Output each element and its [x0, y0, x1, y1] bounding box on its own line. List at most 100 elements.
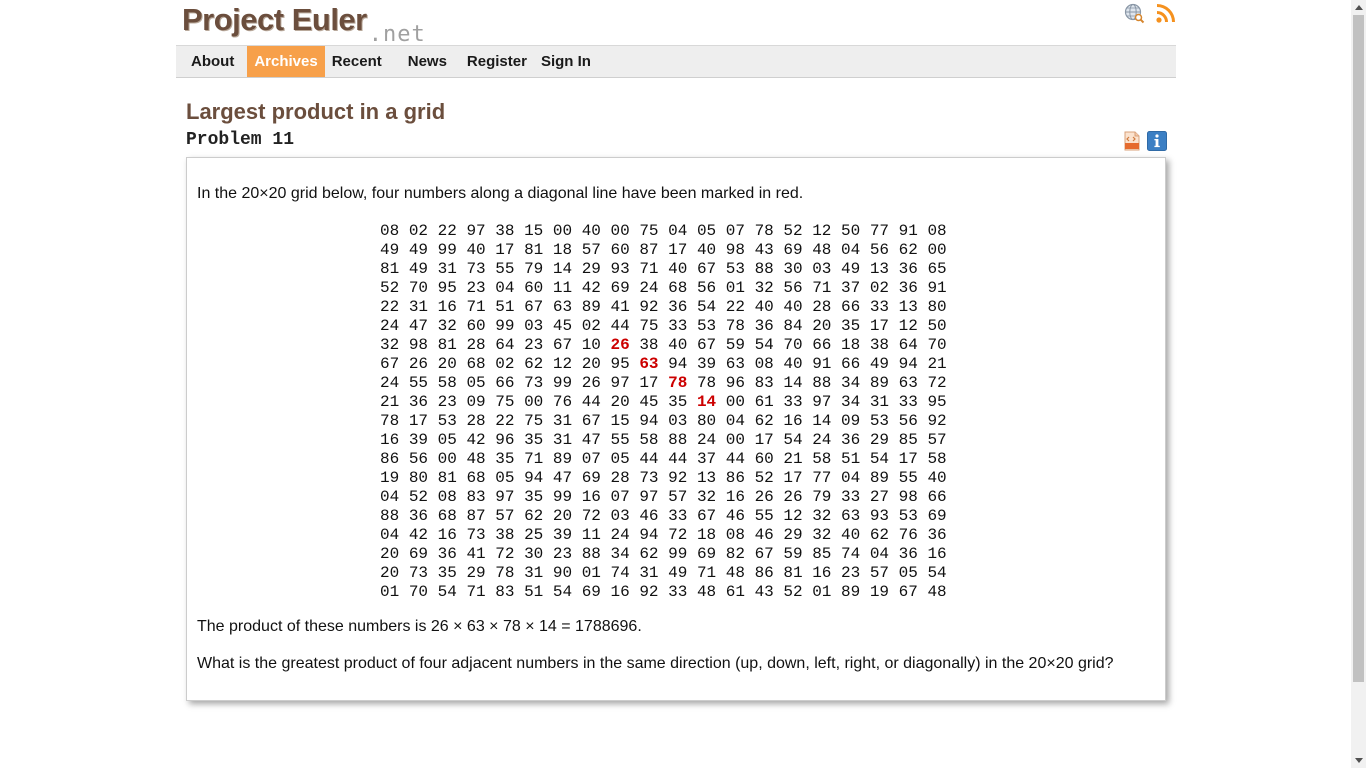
grid-cell: 63 [725, 355, 745, 373]
grid-cell: 89 [552, 450, 573, 468]
grid-cell: 94 [639, 526, 659, 544]
grid-cell: 88 [380, 507, 400, 525]
grid-cell: 54 [552, 583, 573, 601]
grid-cell: 84 [783, 317, 803, 335]
grid-row: 19 80 81 68 05 94 47 69 28 73 92 13 86 5… [380, 469, 947, 488]
grid-row: 32 98 81 28 64 23 67 10 26 38 40 67 59 5… [380, 336, 947, 355]
grid-row: 24 55 58 05 66 73 99 26 97 17 78 78 96 8… [380, 374, 947, 393]
grid-cell: 61 [725, 583, 745, 601]
grid-cell-highlighted: 26 [610, 336, 630, 354]
grid-cell: 47 [581, 431, 601, 449]
grid-cell: 40 [668, 336, 688, 354]
grid-cell: 55 [495, 260, 515, 278]
scroll-up-arrow-icon[interactable] [1351, 0, 1366, 15]
grid-cell: 28 [466, 412, 486, 430]
scrollbar-thumb[interactable] [1353, 15, 1364, 682]
grid-cell: 80 [927, 298, 947, 316]
grid-cell: 17 [639, 374, 659, 392]
grid-cell: 35 [495, 450, 515, 468]
grid-cell: 51 [841, 450, 861, 468]
grid-cell: 36 [437, 545, 457, 563]
grid-cell: 05 [495, 469, 515, 487]
grid-cell: 94 [668, 355, 688, 373]
grid-cell: 94 [898, 355, 918, 373]
grid-cell: 09 [466, 393, 486, 411]
grid-cell: 31 [552, 412, 573, 430]
grid-cell: 38 [495, 526, 515, 544]
grid-cell: 52 [408, 488, 429, 506]
grid-cell: 37 [696, 450, 717, 468]
html-source-icon[interactable] [1122, 131, 1142, 151]
grid-cell: 72 [927, 374, 947, 392]
grid-row: 20 73 35 29 78 31 90 01 74 31 49 71 48 8… [380, 564, 947, 583]
site-logo[interactable]: Project Euler.net [182, 2, 426, 47]
vertical-scrollbar[interactable] [1351, 0, 1366, 768]
grid-cell: 69 [581, 469, 601, 487]
grid-cell: 14 [783, 374, 803, 392]
grid-cell: 50 [927, 317, 947, 335]
grid-cell: 56 [869, 241, 890, 259]
grid-cell: 33 [668, 507, 688, 525]
grid-cell: 78 [495, 564, 515, 582]
grid-cell: 18 [696, 526, 717, 544]
grid-cell: 19 [380, 469, 400, 487]
grid-cell: 44 [581, 393, 601, 411]
grid-cell: 75 [639, 222, 659, 240]
grid-cell: 26 [754, 488, 774, 506]
grid-cell: 01 [581, 564, 601, 582]
grid-cell: 92 [668, 469, 688, 487]
grid-cell: 02 [408, 222, 429, 240]
grid-cell: 46 [725, 507, 745, 525]
nav-archives[interactable]: Archives [247, 46, 325, 77]
grid-cell: 18 [841, 336, 861, 354]
grid-cell: 67 [581, 412, 601, 430]
grid-cell: 40 [581, 222, 601, 240]
grid-cell: 85 [898, 431, 918, 449]
grid-cell: 54 [869, 450, 890, 468]
grid-cell: 73 [524, 374, 544, 392]
grid-cell: 69 [927, 507, 947, 525]
grid-row: 21 36 23 09 75 00 76 44 20 45 35 14 00 6… [380, 393, 947, 412]
nav-about[interactable]: About [184, 46, 241, 77]
grid-cell: 33 [668, 317, 688, 335]
grid-cell: 53 [437, 412, 457, 430]
nav-sign-in[interactable]: Sign In [534, 46, 598, 77]
grid-cell: 33 [783, 393, 803, 411]
grid-cell: 45 [552, 317, 573, 335]
grid-cell: 00 [552, 222, 573, 240]
grid-cell: 53 [898, 507, 918, 525]
grid-cell: 62 [524, 507, 544, 525]
grid-cell: 70 [408, 583, 429, 601]
nav-news[interactable]: News [401, 46, 454, 77]
grid-cell: 73 [466, 260, 486, 278]
grid-cell: 46 [754, 526, 774, 544]
grid-cell: 52 [754, 469, 774, 487]
grid-cell: 99 [552, 488, 573, 506]
grid-cell: 39 [408, 431, 429, 449]
grid-cell: 31 [552, 431, 573, 449]
grid-cell: 23 [437, 393, 457, 411]
grid-cell: 30 [783, 260, 803, 278]
grid-cell: 48 [466, 450, 486, 468]
grid-cell: 64 [495, 336, 515, 354]
grid-cell: 67 [754, 545, 774, 563]
grid-cell: 78 [754, 222, 774, 240]
logo-text: Project Euler [182, 2, 367, 37]
rss-icon[interactable] [1155, 3, 1176, 24]
grid-cell: 39 [552, 526, 573, 544]
problem-product: The product of these numbers is 26 × 63 … [197, 618, 642, 635]
grid-cell: 73 [466, 526, 486, 544]
grid-cell: 22 [725, 298, 745, 316]
problem-number: Problem 11 [186, 130, 295, 150]
globe-search-icon[interactable] [1124, 3, 1145, 24]
grid-cell: 62 [869, 526, 890, 544]
nav-register[interactable]: Register [460, 46, 534, 77]
info-icon[interactable] [1147, 131, 1167, 151]
grid-cell: 51 [524, 583, 544, 601]
grid-cell: 18 [552, 241, 573, 259]
scroll-down-arrow-icon[interactable] [1351, 753, 1366, 768]
grid-cell: 07 [725, 222, 745, 240]
grid-cell: 68 [668, 279, 688, 297]
grid-cell: 17 [869, 317, 890, 335]
nav-recent[interactable]: Recent [325, 46, 389, 77]
